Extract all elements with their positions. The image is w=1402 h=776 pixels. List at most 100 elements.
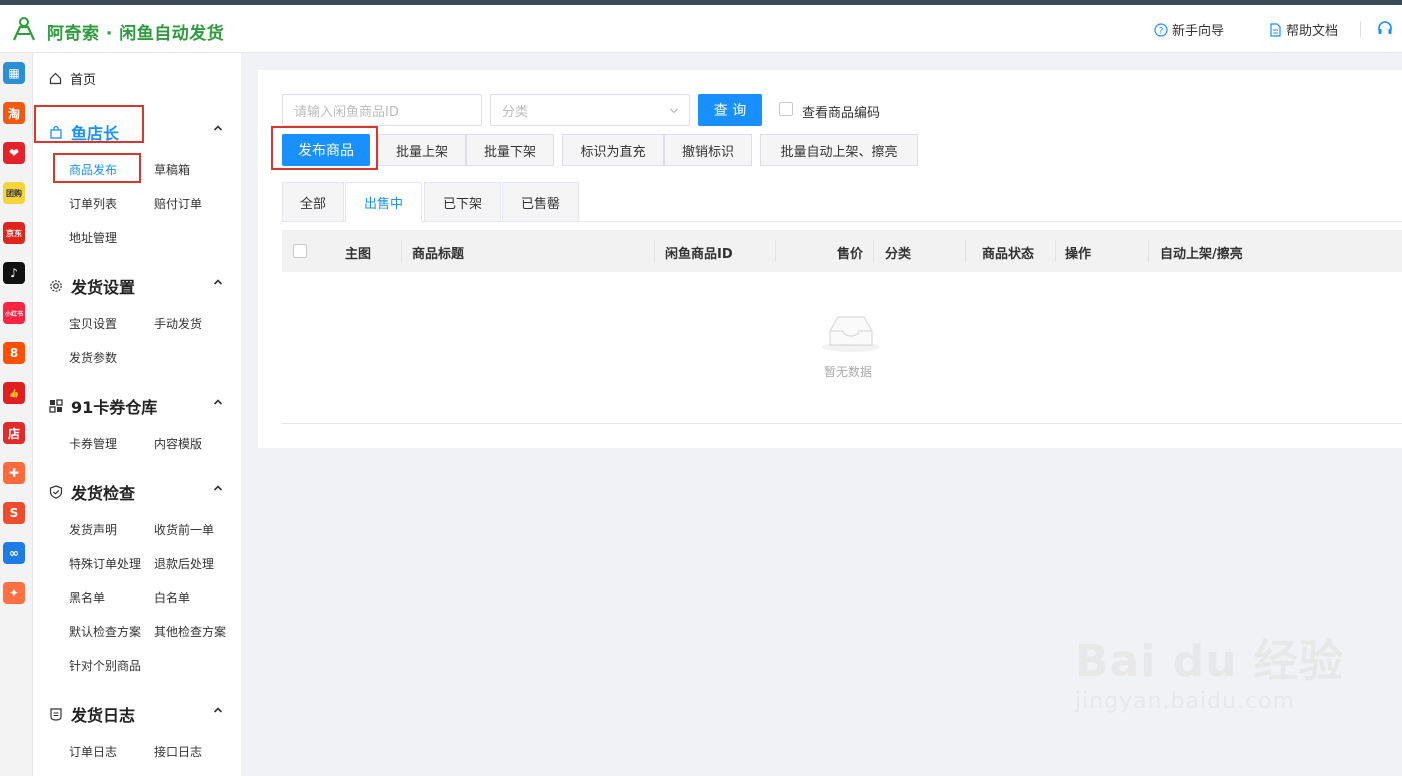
shield-icon	[49, 485, 63, 499]
menu-item-item-settings[interactable]: 宝贝设置	[69, 315, 117, 332]
beginner-guide-label: 新手向导	[1172, 24, 1225, 39]
question-circle-icon: ?	[1154, 22, 1168, 37]
batch-auto-button[interactable]: 批量自动上架、擦亮	[760, 134, 918, 166]
gift-bag-icon[interactable]: ✦	[3, 582, 25, 604]
shop-icon[interactable]: 店	[3, 422, 25, 444]
help-docs-label: 帮助文档	[1286, 24, 1339, 39]
watermark-brand: Bai du 经验	[1075, 636, 1344, 687]
menu-item-manual-delivery[interactable]: 手动发货	[154, 315, 202, 332]
douyin-icon[interactable]: ♪	[3, 262, 25, 284]
pinduoduo-icon[interactable]: ❤	[3, 142, 25, 164]
column-main-image: 主图	[345, 247, 372, 262]
column-price: 售价	[837, 247, 864, 262]
select-all-checkbox[interactable]	[293, 244, 307, 258]
logo-icon	[13, 17, 35, 41]
kuaishou-icon[interactable]: 8	[3, 342, 25, 364]
menu-group-delivery-check[interactable]: 发货检查	[49, 480, 225, 504]
menu-item-card-management[interactable]: 卡券管理	[69, 435, 117, 452]
highlight-box-publish	[53, 153, 141, 183]
jd-icon[interactable]: 京东	[3, 222, 25, 244]
menu-item-before-receipt[interactable]: 收货前一单	[154, 521, 214, 538]
home-icon	[49, 72, 62, 85]
log-icon	[50, 708, 62, 721]
column-divider	[965, 240, 966, 262]
help-docs-link[interactable]: 帮助文档	[1268, 20, 1338, 39]
column-category: 分类	[885, 247, 912, 262]
column-divider	[1055, 240, 1056, 262]
product-id-input[interactable]: 请输入闲鱼商品ID	[282, 94, 482, 126]
chevron-up-icon	[213, 707, 223, 713]
shopee-icon[interactable]: S	[3, 502, 25, 524]
table-bottom-border	[282, 423, 1402, 424]
menu-item-content-template[interactable]: 内容模版	[154, 435, 202, 452]
column-title: 商品标题	[412, 247, 465, 262]
baidu-watermark: Bai du 经验 jingyan.baidu.com	[1075, 625, 1344, 714]
category-select[interactable]: 分类	[490, 94, 690, 126]
thumbs-up-icon[interactable]: 👍	[3, 382, 25, 404]
chevron-up-icon	[213, 125, 223, 131]
column-auto-relist: 自动上架/擦亮	[1160, 247, 1243, 262]
menu-item-default-plan[interactable]: 默认检查方案	[69, 623, 141, 640]
menu-item-api-log[interactable]: 接口日志	[154, 743, 202, 760]
beginner-guide-link[interactable]: ? 新手向导	[1154, 20, 1224, 39]
chevron-down-icon	[670, 108, 678, 114]
link-icon[interactable]: ∞	[3, 542, 25, 564]
menu-group-card-warehouse[interactable]: 91卡券仓库	[49, 394, 225, 418]
menu-item-whitelist[interactable]: 白名单	[154, 589, 190, 606]
menu-item-address[interactable]: 地址管理	[69, 229, 117, 246]
column-status: 商品状态	[982, 247, 1035, 262]
menu-item-orders[interactable]: 订单列表	[69, 195, 117, 212]
tab-all[interactable]: 全部	[282, 182, 344, 222]
menu-item-drafts[interactable]: 草稿箱	[154, 161, 190, 178]
column-divider	[401, 240, 402, 262]
menu-item-delivery-statement[interactable]: 发货声明	[69, 521, 117, 538]
menu-item-special-orders[interactable]: 特殊订单处理	[69, 555, 141, 572]
tab-on-sale[interactable]: 出售中	[345, 182, 422, 222]
meituan-icon[interactable]: 团购	[3, 182, 25, 204]
menu-item-blacklist[interactable]: 黑名单	[69, 589, 105, 606]
menu-item-compensation[interactable]: 赔付订单	[154, 195, 202, 212]
app-title: 阿奇索 · 闲鱼自动发货	[47, 24, 225, 44]
category-placeholder: 分类	[502, 104, 529, 120]
highlight-box-publish-button	[271, 126, 378, 170]
grid-app-icon[interactable]: ▦	[3, 62, 25, 84]
chevron-up-icon	[213, 279, 223, 285]
menu-item-specific-items[interactable]: 针对个别商品	[69, 657, 141, 674]
tab-delisted[interactable]: 已下架	[424, 182, 501, 222]
platform-rail: ▦ 淘 ❤ 团购京东 ♪ 小红书 8 👍 店 ✚ S ∞ ✦	[0, 53, 33, 776]
menu-group-delivery-log[interactable]: 发货日志	[49, 702, 225, 726]
column-item-id: 闲鱼商品ID	[665, 247, 733, 262]
menu-group-delivery-settings[interactable]: 发货设置	[49, 274, 225, 298]
highlight-box-yudianzhang	[34, 105, 144, 143]
product-list-card: 请输入闲鱼商品ID 分类 查 询 查看商品编码 发布商品 批量上架 批量下架 标…	[258, 70, 1402, 448]
menu-item-order-log[interactable]: 订单日志	[69, 743, 117, 760]
table-header: 主图 商品标题 闲鱼商品ID 售价 分类 商品状态 操作 自动上架/擦亮	[282, 230, 1402, 272]
svg-text:?: ?	[1159, 26, 1164, 36]
tab-sold-out[interactable]: 已售罄	[502, 182, 579, 222]
query-button[interactable]: 查 询	[698, 94, 762, 126]
column-divider	[654, 240, 655, 262]
batch-up-button[interactable]: 批量上架	[378, 134, 466, 166]
headset-icon[interactable]	[1377, 20, 1393, 36]
menu-group-title: 91卡券仓库	[71, 398, 158, 417]
menu-item-other-plan[interactable]: 其他检查方案	[154, 623, 226, 640]
menu-item-after-refund[interactable]: 退款后处理	[154, 555, 214, 572]
cancel-mark-button[interactable]: 撤销标识	[664, 134, 752, 166]
xiaohongshu-icon[interactable]: 小红书	[3, 302, 25, 324]
status-tabs: 全部 出售中 已下架 已售罄	[282, 182, 1402, 222]
menu-item-delivery-params[interactable]: 发货参数	[69, 349, 117, 366]
menu-home[interactable]: 首页	[49, 69, 96, 88]
view-code-checkbox[interactable]	[779, 102, 793, 116]
batch-down-button[interactable]: 批量下架	[466, 134, 554, 166]
mark-recharge-button[interactable]: 标识为直充	[562, 134, 664, 166]
column-actions: 操作	[1065, 247, 1092, 262]
gear-icon	[50, 280, 62, 292]
column-divider	[1148, 240, 1149, 262]
column-divider	[873, 240, 874, 262]
bag-icon[interactable]: ✚	[3, 462, 25, 484]
watermark-url: jingyan.baidu.com	[1075, 689, 1296, 714]
taobao-icon[interactable]: 淘	[3, 102, 25, 124]
menu-home-label: 首页	[70, 73, 97, 88]
menu-group-title: 发货设置	[71, 278, 136, 297]
chevron-up-icon	[213, 399, 223, 405]
